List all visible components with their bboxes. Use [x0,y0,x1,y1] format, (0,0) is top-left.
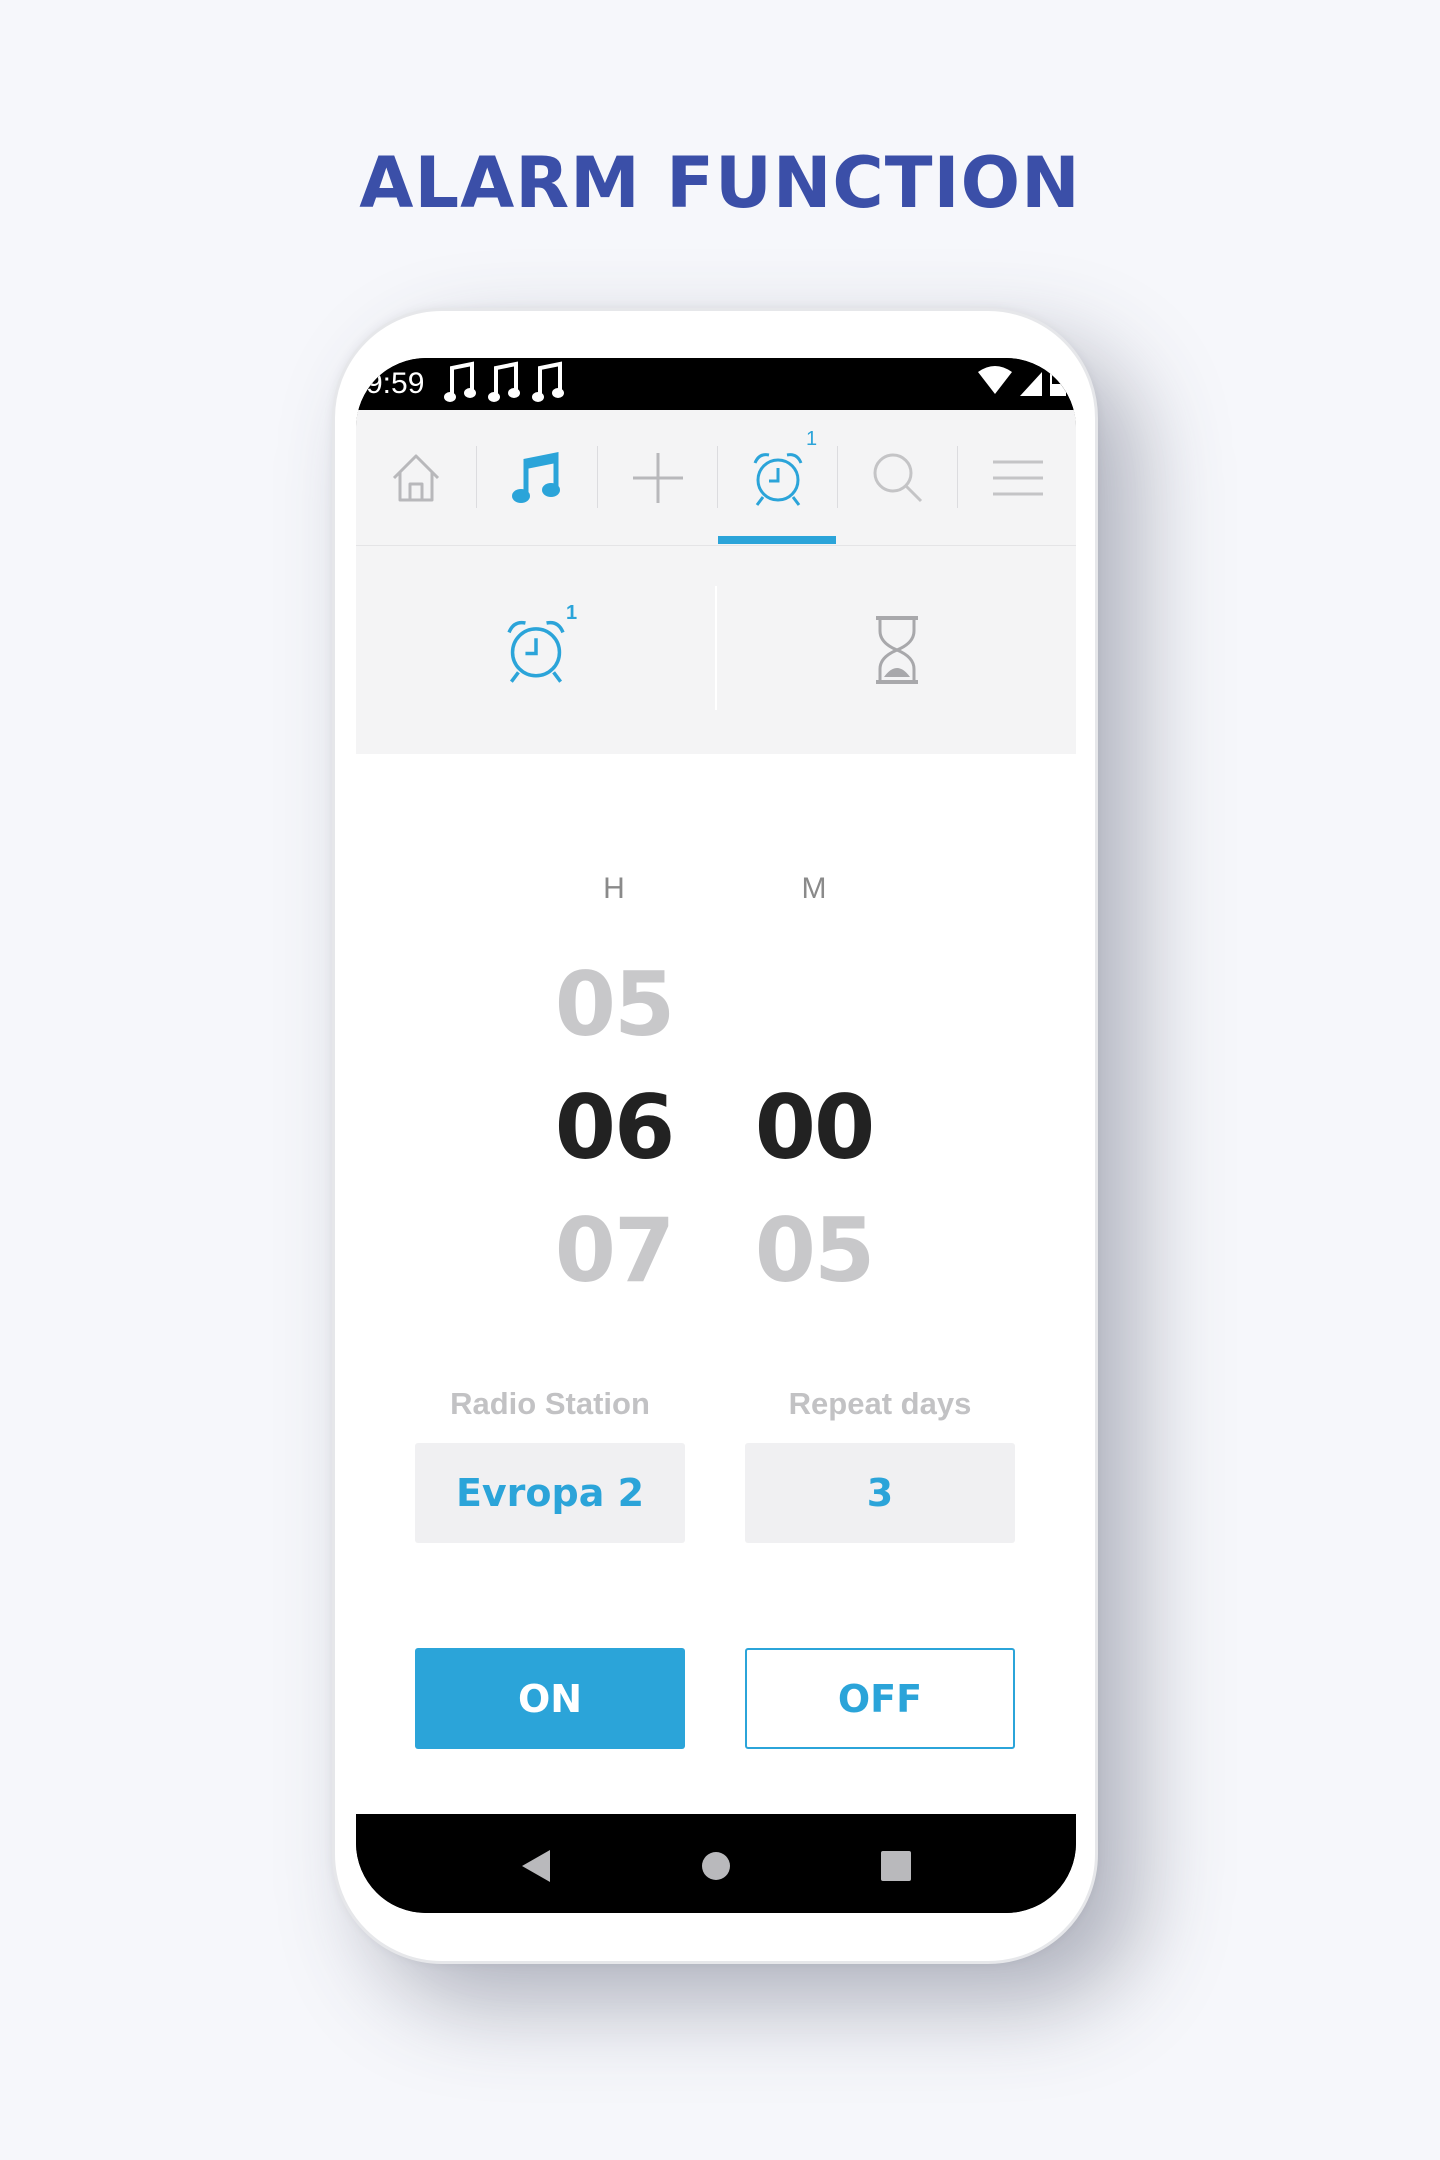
repeat-days-label: Repeat days [788,1386,972,1421]
radio-station-field[interactable]: Evropa 2 [415,1443,685,1543]
system-back-button[interactable] [506,1836,566,1896]
top-nav: 1 [356,410,1076,546]
app-content: 1 1 H M 05 06 07 00 05 Radio Station Rep… [356,410,1076,1814]
system-recents-button[interactable] [866,1836,926,1896]
status-time: 9:59 [366,367,425,400]
hour-next[interactable]: 07 [524,1201,704,1301]
music-note-icon [488,361,520,402]
active-tab-indicator [718,536,836,544]
sub-nav: 1 [356,546,1076,754]
music-note-icon [512,451,560,503]
tab-music[interactable] [477,410,597,545]
tab-menu[interactable] [958,410,1076,545]
status-notifications [444,360,566,404]
home-circle-icon [702,1852,730,1880]
tab-add[interactable] [598,410,718,545]
system-home-button[interactable] [686,1836,746,1896]
subtab-timer[interactable] [717,546,1076,754]
system-nav-bar [356,1814,1076,1913]
music-note-icon [444,361,476,402]
alarm-clock-icon [753,452,803,506]
hour-previous[interactable]: 05 [524,955,704,1055]
home-icon [392,454,440,501]
music-note-icon [532,361,564,402]
battery-icon [1050,368,1066,396]
status-bar: 9:59 [356,358,1076,410]
alarm-on-button[interactable]: ON [415,1648,685,1749]
page-headline: ALARM FUNCTION [359,142,1081,224]
tab-search[interactable] [838,410,958,545]
signal-icon [1020,372,1042,396]
subtab-alarm-badge: 1 [566,602,578,624]
minutes-label: M [801,872,827,905]
phone-screen: 9:59 1 1 H M 05 06 07 00 05 Radio Statio… [356,358,1076,1913]
radio-station-label: Radio Station [450,1386,650,1421]
search-icon [873,453,923,502]
alarm-badge: 1 [806,428,818,450]
wifi-icon [978,366,1012,394]
recents-icon [881,1851,911,1881]
hour-selected[interactable]: 06 [524,1078,704,1178]
back-icon [522,1850,550,1882]
alarm-off-button[interactable]: OFF [745,1648,1015,1749]
plus-icon [633,452,683,503]
menu-icon [993,460,1043,495]
minute-selected[interactable]: 00 [724,1078,904,1178]
subtab-alarm[interactable]: 1 [356,546,715,754]
status-indicators [978,366,1066,396]
hours-label: H [603,872,625,905]
minute-next[interactable]: 05 [724,1201,904,1301]
repeat-days-field[interactable]: 3 [745,1443,1015,1543]
hourglass-icon [875,616,918,684]
alarm-clock-icon [506,620,565,683]
tab-alarm[interactable]: 1 [718,410,838,545]
tab-home[interactable] [356,410,476,545]
